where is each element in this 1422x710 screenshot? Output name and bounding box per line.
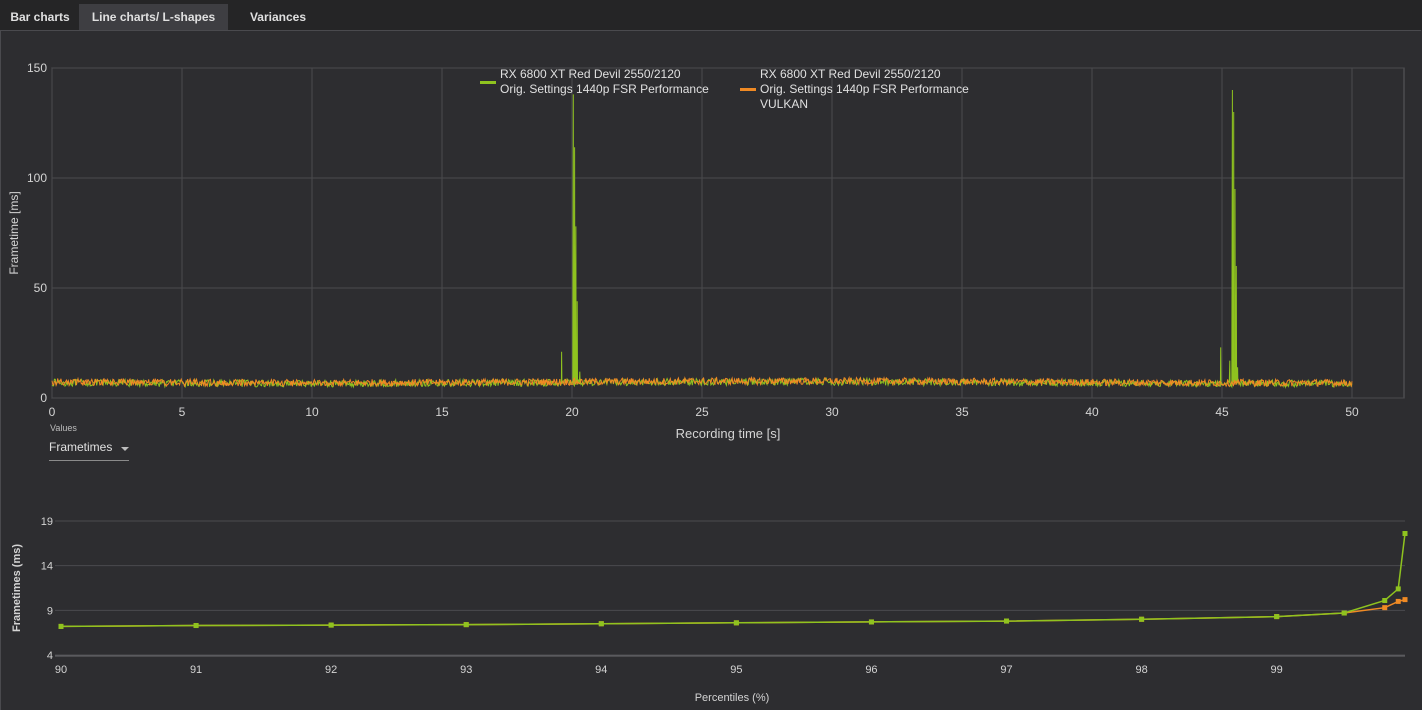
x-tick-label: 96 xyxy=(865,664,877,676)
x-tick-label: 0 xyxy=(49,405,56,419)
percentile-marker-1 xyxy=(598,621,604,627)
x-tick-label: 5 xyxy=(179,405,186,419)
x-tick-label: 20 xyxy=(565,405,579,419)
percentile-line-1 xyxy=(60,533,1406,628)
y-tick-label: 50 xyxy=(34,281,48,295)
values-dropdown-value: Frametimes xyxy=(49,440,113,454)
chevron-down-icon xyxy=(121,447,129,451)
percentile-marker-1 xyxy=(868,619,874,625)
percentile-chart: 4 9 14 19 90 91 92 93 94 95 96 97 98 99 Percentiles (%… xyxy=(11,516,1408,704)
percentile-marker-1 xyxy=(58,623,64,629)
y-tick-label: 4 xyxy=(47,650,53,662)
y-axis-title: Frametimes (ms) xyxy=(11,544,23,632)
y-tick-label: 100 xyxy=(27,171,47,185)
y-tick-label: 0 xyxy=(40,391,47,405)
percentile-marker-2 xyxy=(1382,605,1388,611)
x-tick-label: 95 xyxy=(730,664,742,676)
x-tick-label: 91 xyxy=(190,664,202,676)
percentile-marker-1 xyxy=(463,622,469,628)
percentile-marker-1 xyxy=(733,620,739,626)
tab-line-charts[interactable]: Line charts/ L-shapes xyxy=(79,4,228,30)
percentile-marker-1 xyxy=(193,623,199,629)
x-tick-label: 99 xyxy=(1271,664,1283,676)
plot-area xyxy=(51,67,1405,399)
tab-bar: Bar charts Line charts/ L-shapes Varianc… xyxy=(0,0,1422,30)
percentile-marker-1 xyxy=(1341,610,1347,616)
percentile-marker-2 xyxy=(1402,597,1408,603)
x-tick-label: 45 xyxy=(1215,405,1229,419)
y-tick-label: 19 xyxy=(41,516,53,528)
percentile-marker-1 xyxy=(1139,616,1145,622)
x-axis-title: Percentiles (%) xyxy=(695,692,770,704)
tab-variances[interactable]: Variances xyxy=(228,4,328,30)
legend-entry-1: RX 6800 XT Red Devil 2550/2120 Orig. Sett… xyxy=(500,67,709,96)
x-tick-label: 90 xyxy=(55,664,67,676)
y-tick-label: 14 xyxy=(41,561,53,573)
x-tick-label: 50 xyxy=(1345,405,1359,419)
values-dropdown[interactable]: Frametimes xyxy=(49,438,129,461)
x-tick-label: 25 xyxy=(695,405,709,419)
x-tick-label: 94 xyxy=(595,664,607,676)
x-tick-label: 15 xyxy=(435,405,449,419)
values-label: Values xyxy=(50,423,77,433)
x-tick-label: 10 xyxy=(305,405,319,419)
x-tick-label: 93 xyxy=(460,664,472,676)
x-tick-label: 40 xyxy=(1085,405,1099,419)
legend-swatch-2 xyxy=(740,88,756,91)
x-tick-label: 98 xyxy=(1135,664,1147,676)
percentile-marker-1 xyxy=(1274,614,1280,620)
frametime-chart: 0 5 10 15 20 25 30 35 40 45 50 0 50 100 150 Recording t… xyxy=(7,61,1405,441)
y-axis-title: Frametime [ms] xyxy=(7,191,21,274)
percentile-marker-1 xyxy=(328,622,334,628)
y-tick-label: 9 xyxy=(47,605,53,617)
x-tick-label: 30 xyxy=(825,405,839,419)
x-tick-label: 35 xyxy=(955,405,969,419)
percentile-marker-1 xyxy=(1004,618,1010,624)
x-axis-title: Recording time [s] xyxy=(676,426,781,441)
percentile-marker-1 xyxy=(1402,531,1408,537)
y-tick-label: 150 xyxy=(27,61,47,75)
percentile-marker-2 xyxy=(1395,598,1401,604)
x-tick-label: 92 xyxy=(325,664,337,676)
tab-bar-charts[interactable]: Bar charts xyxy=(0,4,80,30)
legend-swatch-1 xyxy=(480,81,496,84)
x-tick-label: 97 xyxy=(1000,664,1012,676)
percentile-marker-1 xyxy=(1395,586,1401,592)
percentile-marker-1 xyxy=(1382,598,1388,604)
